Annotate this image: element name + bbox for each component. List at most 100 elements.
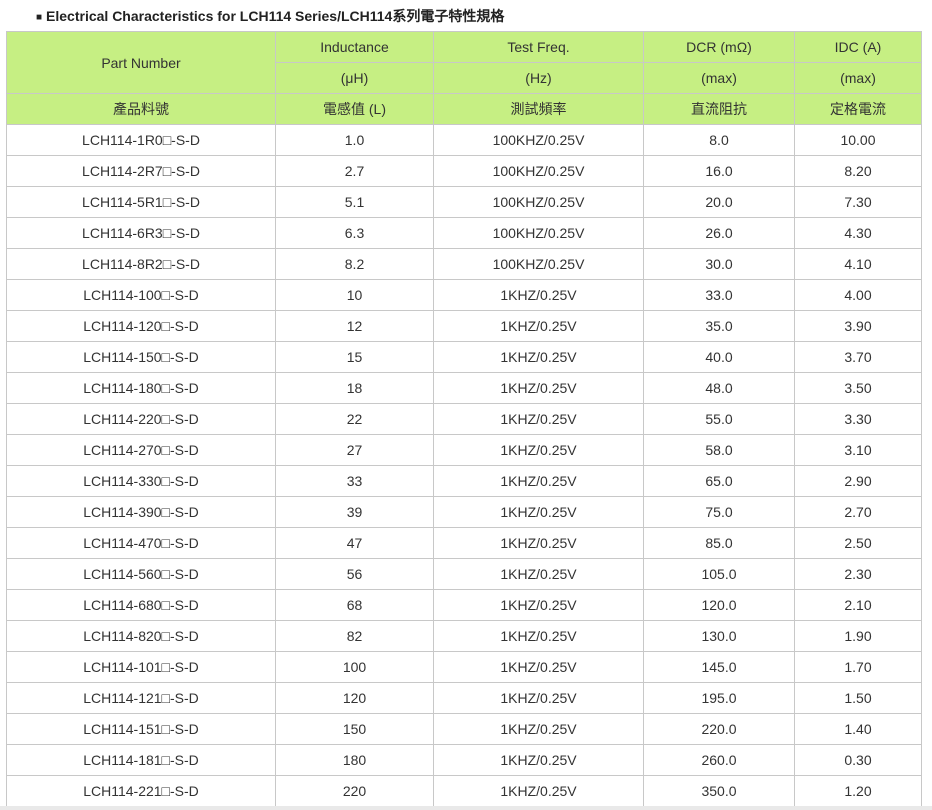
cell-dcr: 65.0 [643,465,795,497]
cell-idc: 1.70 [794,651,922,683]
table-row: LCH114-820□-S-D 82 1KHZ/0.25V 130.0 1.90 [6,620,922,652]
cell-idc: 3.30 [794,403,922,435]
cell-inductance: 82 [275,620,434,652]
cell-inductance: 5.1 [275,186,434,218]
cell-dcr: 105.0 [643,558,795,590]
cell-idc: 7.30 [794,186,922,218]
cell-inductance: 150 [275,713,434,745]
cell-dcr: 350.0 [643,775,795,807]
cell-dcr: 75.0 [643,496,795,528]
header-test-freq-zh: 測試頻率 [433,93,644,125]
header-dcr: DCR (mΩ) [643,31,795,63]
cell-idc: 1.40 [794,713,922,745]
table-row: LCH114-6R3□-S-D 6.3 100KHZ/0.25V 26.0 4.30 [6,217,922,249]
cell-part-number: LCH114-1R0□-S-D [6,124,276,156]
cell-test-freq: 1KHZ/0.25V [433,372,644,404]
cell-test-freq: 1KHZ/0.25V [433,403,644,435]
cell-idc: 4.10 [794,248,922,280]
cell-test-freq: 1KHZ/0.25V [433,744,644,776]
cell-test-freq: 1KHZ/0.25V [433,713,644,745]
cell-test-freq: 100KHZ/0.25V [433,186,644,218]
cell-test-freq: 1KHZ/0.25V [433,620,644,652]
cell-idc: 4.00 [794,279,922,311]
table-row: LCH114-120□-S-D 12 1KHZ/0.25V 35.0 3.90 [6,310,922,342]
page-title-text: Electrical Characteristics for LCH114 Se… [46,8,505,24]
cell-part-number: LCH114-101□-S-D [6,651,276,683]
table-row: LCH114-8R2□-S-D 8.2 100KHZ/0.25V 30.0 4.10 [6,248,922,280]
cell-dcr: 58.0 [643,434,795,466]
header-part-number-zh: 產品料號 [6,93,276,125]
cell-test-freq: 1KHZ/0.25V [433,434,644,466]
cell-dcr: 16.0 [643,155,795,187]
cell-part-number: LCH114-6R3□-S-D [6,217,276,249]
cell-dcr: 48.0 [643,372,795,404]
cell-part-number: LCH114-5R1□-S-D [6,186,276,218]
cell-test-freq: 100KHZ/0.25V [433,155,644,187]
cell-part-number: LCH114-390□-S-D [6,496,276,528]
cell-part-number: LCH114-120□-S-D [6,310,276,342]
table-row: LCH114-151□-S-D 150 1KHZ/0.25V 220.0 1.40 [6,713,922,745]
cell-inductance: 15 [275,341,434,373]
table-row: LCH114-5R1□-S-D 5.1 100KHZ/0.25V 20.0 7.30 [6,186,922,218]
cell-part-number: LCH114-181□-S-D [6,744,276,776]
cell-dcr: 120.0 [643,589,795,621]
cell-idc: 3.70 [794,341,922,373]
cell-part-number: LCH114-560□-S-D [6,558,276,590]
cell-inductance: 47 [275,527,434,559]
cell-test-freq: 1KHZ/0.25V [433,589,644,621]
table-row: LCH114-680□-S-D 68 1KHZ/0.25V 120.0 2.10 [6,589,922,621]
cell-part-number: LCH114-180□-S-D [6,372,276,404]
cell-idc: 2.30 [794,558,922,590]
cell-idc: 2.50 [794,527,922,559]
cell-part-number: LCH114-680□-S-D [6,589,276,621]
cell-idc: 3.10 [794,434,922,466]
cell-part-number: LCH114-2R7□-S-D [6,155,276,187]
cell-part-number: LCH114-100□-S-D [6,279,276,311]
cell-inductance: 27 [275,434,434,466]
cell-dcr: 130.0 [643,620,795,652]
cell-test-freq: 100KHZ/0.25V [433,248,644,280]
table-row: LCH114-1R0□-S-D 1.0 100KHZ/0.25V 8.0 10.00 [6,124,922,156]
cell-part-number: LCH114-121□-S-D [6,682,276,714]
cell-inductance: 56 [275,558,434,590]
cell-test-freq: 1KHZ/0.25V [433,527,644,559]
table-row: LCH114-100□-S-D 10 1KHZ/0.25V 33.0 4.00 [6,279,922,311]
table-row: LCH114-221□-S-D 220 1KHZ/0.25V 350.0 1.20 [6,775,922,807]
cell-idc: 10.00 [794,124,922,156]
cell-test-freq: 1KHZ/0.25V [433,682,644,714]
table-row: LCH114-150□-S-D 15 1KHZ/0.25V 40.0 3.70 [6,341,922,373]
cell-inductance: 12 [275,310,434,342]
cell-part-number: LCH114-151□-S-D [6,713,276,745]
table-row: LCH114-121□-S-D 120 1KHZ/0.25V 195.0 1.50 [6,682,922,714]
cell-inductance: 8.2 [275,248,434,280]
cell-idc: 8.20 [794,155,922,187]
cell-part-number: LCH114-820□-S-D [6,620,276,652]
table-row: LCH114-220□-S-D 22 1KHZ/0.25V 55.0 3.30 [6,403,922,435]
cell-idc: 4.30 [794,217,922,249]
header-test-freq-unit: (Hz) [433,62,644,94]
spec-table-body: Part Number Inductance Test Freq. DCR (m… [6,31,922,807]
header-idc-zh: 定格電流 [794,93,922,125]
table-row: LCH114-470□-S-D 47 1KHZ/0.25V 85.0 2.50 [6,527,922,559]
cell-test-freq: 1KHZ/0.25V [433,310,644,342]
cell-dcr: 26.0 [643,217,795,249]
cell-part-number: LCH114-270□-S-D [6,434,276,466]
cell-inductance: 6.3 [275,217,434,249]
cell-dcr: 8.0 [643,124,795,156]
table-row: LCH114-181□-S-D 180 1KHZ/0.25V 260.0 0.30 [6,744,922,776]
table-row: LCH114-180□-S-D 18 1KHZ/0.25V 48.0 3.50 [6,372,922,404]
cell-idc: 3.90 [794,310,922,342]
header-part-number: Part Number [6,31,276,94]
cell-part-number: LCH114-220□-S-D [6,403,276,435]
cell-inductance: 33 [275,465,434,497]
table-row: LCH114-560□-S-D 56 1KHZ/0.25V 105.0 2.30 [6,558,922,590]
cell-test-freq: 1KHZ/0.25V [433,558,644,590]
cell-inductance: 120 [275,682,434,714]
cell-inductance: 220 [275,775,434,807]
header-row-3: 產品料號 電感值 (L) 測試頻率 直流阻抗 定格電流 [6,93,922,125]
cell-test-freq: 1KHZ/0.25V [433,279,644,311]
cell-inductance: 2.7 [275,155,434,187]
cell-test-freq: 1KHZ/0.25V [433,465,644,497]
table-row: LCH114-2R7□-S-D 2.7 100KHZ/0.25V 16.0 8.20 [6,155,922,187]
cell-dcr: 85.0 [643,527,795,559]
